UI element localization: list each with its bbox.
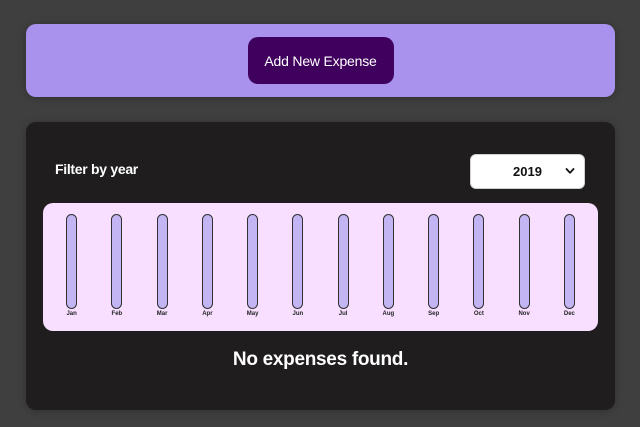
chart-bar-label: Sep xyxy=(428,311,440,317)
chart-bar-label: Jul xyxy=(338,311,348,317)
chart-bar-track xyxy=(337,214,349,309)
chart-bar-label: Jan xyxy=(66,311,77,317)
expenses-panel: Filter by year 2019 Jan Feb Mar Apr May Jun Ju… xyxy=(26,122,615,410)
chart-bar-track xyxy=(247,214,259,309)
chart-bar-feb: Feb xyxy=(106,214,128,331)
chart-bar-jun: Jun xyxy=(287,214,309,331)
chart-bar-jan: Jan xyxy=(61,214,83,331)
chart-bar-oct: Oct xyxy=(468,214,490,331)
year-filter-select[interactable]: 2019 xyxy=(470,154,585,189)
chart-bar-track xyxy=(292,214,304,309)
chart-bar-label: Apr xyxy=(202,311,213,317)
no-expenses-message: No expenses found. xyxy=(232,349,409,370)
chart-bar-track xyxy=(111,214,123,309)
chart-bar-sep: Sep xyxy=(423,214,445,331)
chart-bar-label: Nov xyxy=(518,311,530,317)
chart-bar-jul: Jul xyxy=(332,214,354,331)
chart-bar-label: May xyxy=(246,311,259,317)
chart-bar-mar: Mar xyxy=(151,214,173,331)
chart-bar-track xyxy=(563,214,575,309)
chart-bar-track xyxy=(518,214,530,309)
chart-bar-label: Mar xyxy=(156,311,168,317)
chart-bar-label: Jun xyxy=(292,311,304,317)
add-new-expense-button[interactable]: Add New Expense xyxy=(247,37,394,84)
chart-bar-apr: Apr xyxy=(196,214,218,331)
chevron-down-icon xyxy=(565,168,575,174)
chart-bar-track xyxy=(428,214,440,309)
year-select-value: 2019 xyxy=(513,164,542,179)
chart-bar-label: Dec xyxy=(563,311,575,317)
chart-bar-track xyxy=(66,214,78,309)
chart-bar-aug: Aug xyxy=(377,214,399,331)
chart-bar-may: May xyxy=(242,214,264,331)
chart-bar-label: Aug xyxy=(382,311,395,317)
chart-bar-track xyxy=(156,214,168,309)
chart-bar-label: Feb xyxy=(111,311,123,317)
chart-bar-track xyxy=(382,214,394,309)
chart-bar-dec: Dec xyxy=(558,214,580,331)
chart-bar-label: Oct xyxy=(473,311,484,317)
chart-bar-nov: Nov xyxy=(513,214,535,331)
new-expense-panel: Add New Expense xyxy=(26,24,615,97)
chart-bar-track xyxy=(473,214,485,309)
filter-label: Filter by year xyxy=(55,161,138,177)
expenses-chart: Jan Feb Mar Apr May Jun Jul Aug Sep Oct Nov Dec xyxy=(43,203,598,331)
chart-bar-track xyxy=(201,214,213,309)
